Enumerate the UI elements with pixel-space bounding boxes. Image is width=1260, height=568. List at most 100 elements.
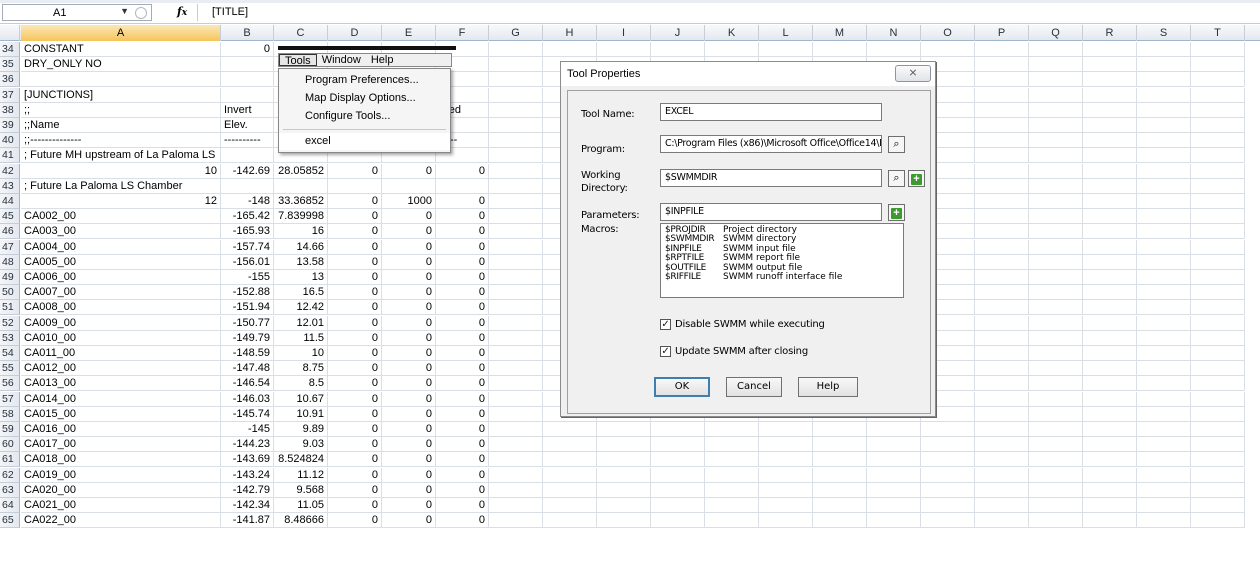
cell-a[interactable]: CA008_00 [21,300,221,316]
cell-a[interactable]: CA015_00 [21,406,221,422]
cell-b[interactable]: -145 [221,422,274,437]
cell-r[interactable] [1083,209,1137,225]
cell-o[interactable] [921,482,975,498]
cell-e[interactable]: 0 [382,270,436,285]
cell-g[interactable] [489,209,543,225]
cell-d[interactable]: 0 [328,361,382,377]
cell-k[interactable] [705,42,759,57]
cell-q[interactable] [1029,422,1083,437]
cell-k[interactable] [705,513,759,529]
column-header-t[interactable]: T [1191,25,1245,41]
column-header-f[interactable]: F [436,25,489,41]
cell-t[interactable] [1191,315,1245,331]
cell-l[interactable] [759,42,813,57]
cell-t[interactable] [1191,102,1245,118]
cell-s[interactable] [1137,224,1191,240]
cell-q[interactable] [1029,376,1083,392]
cell-g[interactable] [489,498,543,513]
cell-d[interactable]: 0 [328,376,382,392]
cell-g[interactable] [489,178,543,194]
cell-d[interactable]: 0 [328,467,382,483]
cell-s[interactable] [1137,285,1191,301]
cell-k[interactable] [705,422,759,437]
cell-q[interactable] [1029,330,1083,346]
cell-s[interactable] [1137,133,1191,149]
cell-h[interactable] [543,482,597,498]
row-number[interactable]: 38 [0,102,20,118]
disable-swmm-checkbox[interactable]: ✓ Disable SWMM while executing [660,319,825,330]
cell-e[interactable]: 0 [382,209,436,225]
row-number[interactable]: 56 [0,376,20,392]
cell-g[interactable] [489,361,543,377]
program-input[interactable]: C:\Program Files (x86)\Microsoft Office\… [660,135,882,153]
column-header-n[interactable]: N [867,25,921,41]
cell-q[interactable] [1029,391,1083,407]
cell-f[interactable]: 0 [436,239,489,255]
add-parameter-plus-icon[interactable]: + [888,204,905,221]
cell-f[interactable]: 0 [436,482,489,498]
cell-e[interactable]: 0 [382,376,436,392]
cell-r[interactable] [1083,148,1137,164]
cell-f[interactable]: 0 [436,224,489,240]
cell-n[interactable] [867,437,921,453]
cell-h[interactable] [543,437,597,453]
cell-r[interactable] [1083,498,1137,513]
cell-r[interactable] [1083,133,1137,149]
cell-t[interactable] [1191,498,1245,513]
cell-e[interactable]: 0 [382,224,436,240]
cell-r[interactable] [1083,270,1137,285]
row-number[interactable]: 52 [0,315,20,331]
cell-p[interactable] [975,270,1029,285]
cell-b[interactable] [221,72,274,88]
row-number[interactable]: 40 [0,133,20,149]
cell-i[interactable] [597,498,651,513]
cell-q[interactable] [1029,118,1083,133]
column-header-q[interactable]: Q [1029,25,1083,41]
cell-o[interactable] [921,422,975,437]
cell-g[interactable] [489,391,543,407]
cell-q[interactable] [1029,437,1083,453]
function-icon[interactable]: fx [177,5,187,18]
cell-f[interactable]: 0 [436,209,489,225]
cell-a[interactable]: 10 [21,163,221,179]
cell-r[interactable] [1083,102,1137,118]
cancel-button[interactable]: Cancel [726,377,782,397]
cell-a[interactable]: CA018_00 [21,452,221,468]
cell-f[interactable]: 0 [436,346,489,361]
cell-p[interactable] [975,224,1029,240]
column-header-r[interactable]: R [1083,25,1137,41]
cell-g[interactable] [489,285,543,301]
cell-r[interactable] [1083,118,1137,133]
cell-a[interactable]: CA020_00 [21,482,221,498]
cell-c[interactable]: 10.67 [274,391,328,407]
cell-p[interactable] [975,57,1029,73]
cell-b[interactable]: -143.69 [221,452,274,468]
cell-q[interactable] [1029,133,1083,149]
cell-p[interactable] [975,361,1029,377]
cell-c[interactable]: 11.05 [274,498,328,513]
cell-a[interactable]: CA021_00 [21,498,221,513]
cell-q[interactable] [1029,452,1083,468]
cell-b[interactable]: -147.48 [221,361,274,377]
row-number[interactable]: 57 [0,391,20,407]
cell-a[interactable]: ; Future MH upstream of La Paloma LS [21,148,221,164]
cell-d[interactable]: 0 [328,163,382,179]
cell-j[interactable] [651,467,705,483]
browse-folder-binoculars-icon[interactable]: ⌕ [888,170,905,187]
cell-c[interactable]: 10.91 [274,406,328,422]
cell-m[interactable] [813,452,867,468]
cell-m[interactable] [813,437,867,453]
cell-j[interactable] [651,482,705,498]
cell-s[interactable] [1137,178,1191,194]
cell-q[interactable] [1029,513,1083,529]
cell-e[interactable]: 0 [382,315,436,331]
cell-n[interactable] [867,467,921,483]
cell-q[interactable] [1029,239,1083,255]
cell-p[interactable] [975,498,1029,513]
cell-g[interactable] [489,315,543,331]
cell-f[interactable] [436,178,489,194]
cell-p[interactable] [975,346,1029,361]
cell-p[interactable] [975,42,1029,57]
cell-j[interactable] [651,452,705,468]
cell-s[interactable] [1137,209,1191,225]
